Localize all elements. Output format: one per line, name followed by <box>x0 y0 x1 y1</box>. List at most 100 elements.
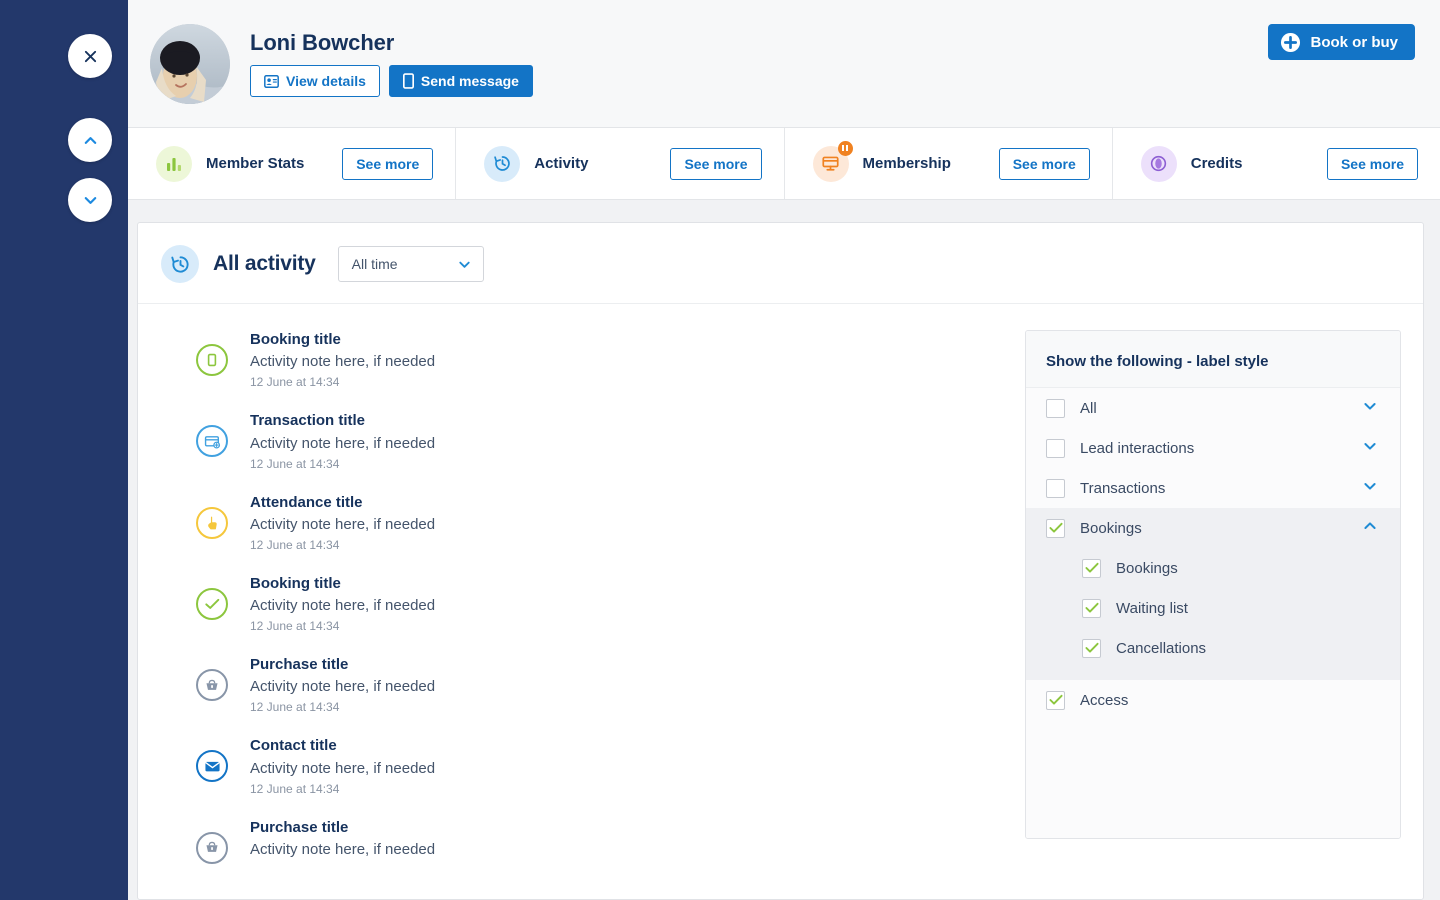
stat-tile-credits[interactable]: Credits See more <box>1113 128 1440 199</box>
book-or-buy-label: Book or buy <box>1310 34 1398 51</box>
see-more-credits[interactable]: See more <box>1327 148 1418 180</box>
member-name: Loni Bowcher <box>250 30 533 56</box>
filter-label: Lead interactions <box>1080 440 1362 457</box>
check-icon <box>1085 602 1099 614</box>
activity-title: Contact title <box>250 736 435 756</box>
chevron-up-icon[interactable] <box>1362 518 1378 539</box>
activity-item[interactable]: Booking title Activity note here, if nee… <box>196 330 1025 389</box>
stat-label: Membership <box>863 155 951 172</box>
activity-title: Attendance title <box>250 493 435 513</box>
checkbox-cancellations[interactable] <box>1082 639 1101 658</box>
filter-label: Transactions <box>1080 480 1362 497</box>
all-activity-body: Booking title Activity note here, if nee… <box>138 304 1423 864</box>
activity-note: Activity note here, if needed <box>250 676 435 697</box>
activity-text: Booking title Activity note here, if nee… <box>250 574 435 633</box>
activity-text: Attendance title Activity note here, if … <box>250 493 435 552</box>
activity-feed: Booking title Activity note here, if nee… <box>161 330 1025 864</box>
chevron-down-icon[interactable] <box>1362 438 1378 459</box>
filter-label: Cancellations <box>1116 640 1378 657</box>
activity-title: Purchase title <box>250 655 435 675</box>
filter-row-transactions[interactable]: Transactions <box>1026 468 1400 508</box>
activity-item[interactable]: Transaction title Activity note here, if… <box>196 411 1025 470</box>
filter-group-spacer <box>1026 668 1400 680</box>
stats-bar: Member Stats See more Activity See more <box>128 128 1440 200</box>
filter-row-lead-interactions[interactable]: Lead interactions <box>1026 428 1400 468</box>
close-panel-button[interactable] <box>68 34 112 78</box>
previous-member-button[interactable] <box>68 118 112 162</box>
all-activity-header: All activity All time <box>138 223 1423 304</box>
checkbox-transactions[interactable] <box>1046 479 1065 498</box>
stat-tile-member-stats[interactable]: Member Stats See more <box>128 128 456 199</box>
filter-row-bookings-group[interactable]: Bookings <box>1026 508 1400 548</box>
stat-label: Activity <box>534 155 588 172</box>
see-more-member-stats[interactable]: See more <box>342 148 433 180</box>
checkbox-bookings-group[interactable] <box>1046 519 1065 538</box>
activity-text: Booking title Activity note here, if nee… <box>250 330 435 389</box>
activity-text: Purchase title Activity note here, if ne… <box>250 655 435 714</box>
history-clock-icon <box>161 245 199 283</box>
book-or-buy-button[interactable]: Book or buy <box>1268 24 1415 60</box>
filter-row-cancellations[interactable]: Cancellations <box>1026 628 1400 668</box>
member-header: Loni Bowcher View details <box>128 0 1440 128</box>
filter-row-bookings[interactable]: Bookings <box>1026 548 1400 588</box>
activity-title: Purchase title <box>250 818 435 838</box>
activity-item[interactable]: Purchase title Activity note here, if ne… <box>196 818 1025 864</box>
checkbox-bookings[interactable] <box>1082 559 1101 578</box>
filter-label: All <box>1080 400 1362 417</box>
filter-label: Access <box>1080 692 1378 709</box>
basket-icon <box>196 669 228 701</box>
activity-timestamp: 12 June at 14:34 <box>250 538 435 552</box>
activity-item[interactable]: Contact title Activity note here, if nee… <box>196 736 1025 795</box>
view-details-label: View details <box>286 73 366 89</box>
stat-label: Member Stats <box>206 155 304 172</box>
chevron-down-icon <box>82 192 99 209</box>
activity-item[interactable]: Attendance title Activity note here, if … <box>196 493 1025 552</box>
filter-row-waiting-list[interactable]: Waiting list <box>1026 588 1400 628</box>
stat-tile-activity[interactable]: Activity See more <box>456 128 784 199</box>
paused-status-badge <box>838 141 853 156</box>
see-more-membership[interactable]: See more <box>999 148 1090 180</box>
filter-row-all[interactable]: All <box>1026 388 1400 428</box>
membership-card-icon <box>813 146 849 182</box>
all-activity-card: All activity All time <box>137 222 1424 900</box>
chevron-down-icon[interactable] <box>1362 478 1378 499</box>
check-icon <box>1085 562 1099 574</box>
checkbox-all[interactable] <box>1046 399 1065 418</box>
main-wrap: All activity All time <box>128 200 1440 900</box>
activity-item[interactable]: Purchase title Activity note here, if ne… <box>196 655 1025 714</box>
checkbox-waiting-list[interactable] <box>1082 599 1101 618</box>
filter-panel-tail <box>1026 720 1400 838</box>
activity-note: Activity note here, if needed <box>250 595 435 616</box>
activity-item[interactable]: Booking title Activity note here, if nee… <box>196 574 1025 633</box>
see-more-activity[interactable]: See more <box>670 148 761 180</box>
activity-title: Booking title <box>250 574 435 594</box>
send-message-button[interactable]: Send message <box>389 65 533 97</box>
time-range-select[interactable]: All time <box>338 246 484 282</box>
plus-circle-icon <box>1280 32 1301 53</box>
activity-note: Activity note here, if needed <box>250 839 435 860</box>
activity-text: Contact title Activity note here, if nee… <box>250 736 435 795</box>
avatar-photo-icon <box>150 24 230 104</box>
page-title: All activity <box>213 252 316 276</box>
content-area: Loni Bowcher View details <box>128 0 1440 900</box>
checkbox-lead-interactions[interactable] <box>1046 439 1065 458</box>
history-clock-icon <box>484 146 520 182</box>
activity-text: Transaction title Activity note here, if… <box>250 411 435 470</box>
stat-label: Credits <box>1191 155 1243 172</box>
envelope-icon <box>196 750 228 782</box>
filter-label: Bookings <box>1080 520 1362 537</box>
time-range-value: All time <box>352 256 457 272</box>
filter-row-access[interactable]: Access <box>1026 680 1400 720</box>
stat-tile-membership[interactable]: Membership See more <box>785 128 1113 199</box>
activity-note: Activity note here, if needed <box>250 351 435 372</box>
view-details-button[interactable]: View details <box>250 65 380 97</box>
filter-label: Bookings <box>1116 560 1378 577</box>
chevron-down-icon[interactable] <box>1362 398 1378 419</box>
check-icon <box>1049 694 1063 706</box>
next-member-button[interactable] <box>68 178 112 222</box>
checkbox-access[interactable] <box>1046 691 1065 710</box>
chevron-up-icon <box>82 132 99 149</box>
activity-timestamp: 12 June at 14:34 <box>250 782 435 796</box>
avatar <box>150 24 230 104</box>
credits-token-icon <box>1141 146 1177 182</box>
